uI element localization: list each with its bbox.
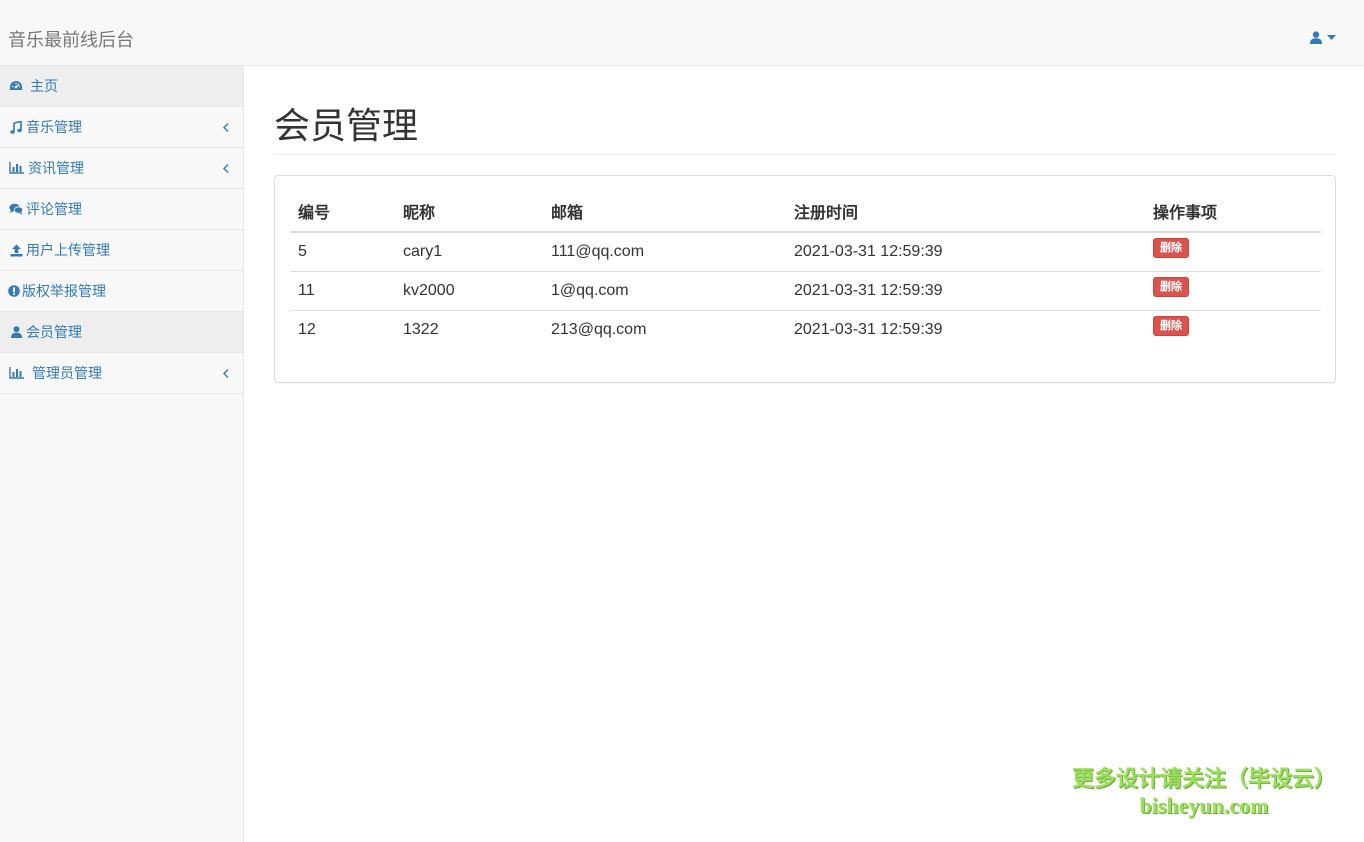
column-header-actions: 操作事项 xyxy=(1145,191,1321,233)
brand-title[interactable]: 音乐最前线后台 xyxy=(8,28,134,52)
user-icon xyxy=(8,325,24,339)
column-header-email: 邮箱 xyxy=(543,191,786,233)
column-header-nickname: 昵称 xyxy=(395,191,543,233)
cell-actions: 删除 xyxy=(1145,310,1321,349)
members-panel: 编号 昵称 邮箱 注册时间 操作事项 5 cary1 111@qq.com 20… xyxy=(274,175,1336,383)
sidebar-item-label: 版权举报管理 xyxy=(22,283,106,299)
cell-registered: 2021-03-31 12:59:39 xyxy=(794,320,943,338)
cell-nickname: 1322 xyxy=(403,320,439,338)
main-content: 会员管理 编号 昵称 邮箱 注册时间 操作事项 5 cary1 111@qq.c… xyxy=(274,66,1336,383)
chevron-left-icon xyxy=(223,160,229,176)
table-row: 12 1322 213@qq.com 2021-03-31 12:59:39 删… xyxy=(290,310,1321,349)
sidebar-item-label: 管理员管理 xyxy=(32,365,102,381)
bar-chart-icon xyxy=(8,161,24,175)
comments-icon xyxy=(8,202,24,216)
upload-icon xyxy=(8,243,24,257)
delete-button[interactable]: 删除 xyxy=(1153,237,1189,258)
sidebar-item-members[interactable]: 会员管理 xyxy=(0,312,243,353)
sidebar-item-copyright-reports[interactable]: 版权举报管理 xyxy=(0,271,243,312)
cell-id: 5 xyxy=(290,232,395,272)
sidebar-item-label: 资讯管理 xyxy=(28,160,84,176)
cell-id: 11 xyxy=(290,271,395,311)
sidebar-item-admins[interactable]: 管理员管理 xyxy=(0,353,243,394)
sidebar-item-label: 主页 xyxy=(30,78,58,94)
music-icon xyxy=(8,120,24,134)
delete-button[interactable]: 删除 xyxy=(1153,315,1189,336)
cell-registered: 2021-03-31 12:59:39 xyxy=(786,232,1145,272)
watermark-line1: 更多设计请关注（毕设云） xyxy=(1071,766,1336,791)
table-row: 5 cary1 111@qq.com 2021-03-31 12:59:39 删… xyxy=(290,232,1321,272)
sidebar-item-home[interactable]: 主页 xyxy=(0,66,243,107)
caret-down-icon xyxy=(1327,34,1336,41)
dashboard-icon xyxy=(8,79,24,93)
sidebar-item-music[interactable]: 音乐管理 xyxy=(0,107,243,148)
members-table: 编号 昵称 邮箱 注册时间 操作事项 5 cary1 111@qq.com 20… xyxy=(290,191,1321,349)
delete-button[interactable]: 删除 xyxy=(1153,276,1189,297)
column-header-id: 编号 xyxy=(290,191,395,233)
cell-actions: 删除 xyxy=(1145,232,1321,272)
cell-registered: 2021-03-31 12:59:39 xyxy=(786,271,1145,311)
sidebar-item-comments[interactable]: 评论管理 xyxy=(0,189,243,230)
cell-actions: 删除 xyxy=(1145,271,1321,311)
cell-nickname: cary1 xyxy=(395,232,543,272)
watermark: 更多设计请关注（毕设云） bisheyun.com xyxy=(1072,764,1336,818)
cell-email: 213@qq.com xyxy=(551,320,647,338)
chevron-left-icon xyxy=(223,365,229,381)
chevron-left-icon xyxy=(223,119,229,135)
exclamation-circle-icon xyxy=(8,284,20,298)
sidebar-item-label: 用户上传管理 xyxy=(26,242,110,258)
cell-email: 111@qq.com xyxy=(543,232,786,272)
sidebar-item-news[interactable]: 资讯管理 xyxy=(0,148,243,189)
top-navbar: 音乐最前线后台 xyxy=(0,0,1364,66)
user-icon xyxy=(1310,31,1322,44)
cell-id: 12 xyxy=(298,320,316,338)
sidebar-item-label: 评论管理 xyxy=(26,201,82,217)
cell-email: 1@qq.com xyxy=(543,271,786,311)
column-header-registered: 注册时间 xyxy=(786,191,1145,233)
watermark-line2: bisheyun.com xyxy=(1139,793,1269,818)
page-title: 会员管理 xyxy=(274,66,1336,155)
sidebar-item-label: 会员管理 xyxy=(26,324,82,340)
bar-chart-icon xyxy=(8,366,24,380)
cell-nickname: kv2000 xyxy=(395,271,543,311)
table-row: 11 kv2000 1@qq.com 2021-03-31 12:59:39 删… xyxy=(290,271,1321,311)
sidebar-item-label: 音乐管理 xyxy=(26,119,82,135)
sidebar-item-user-uploads[interactable]: 用户上传管理 xyxy=(0,230,243,271)
sidebar: 主页 音乐管理 资讯管理 评论管理 用户上传管理 版权举报管理 会员管理 管理员… xyxy=(0,66,244,842)
table-header-row: 编号 昵称 邮箱 注册时间 操作事项 xyxy=(290,191,1321,233)
user-menu-toggle[interactable] xyxy=(1310,31,1336,44)
